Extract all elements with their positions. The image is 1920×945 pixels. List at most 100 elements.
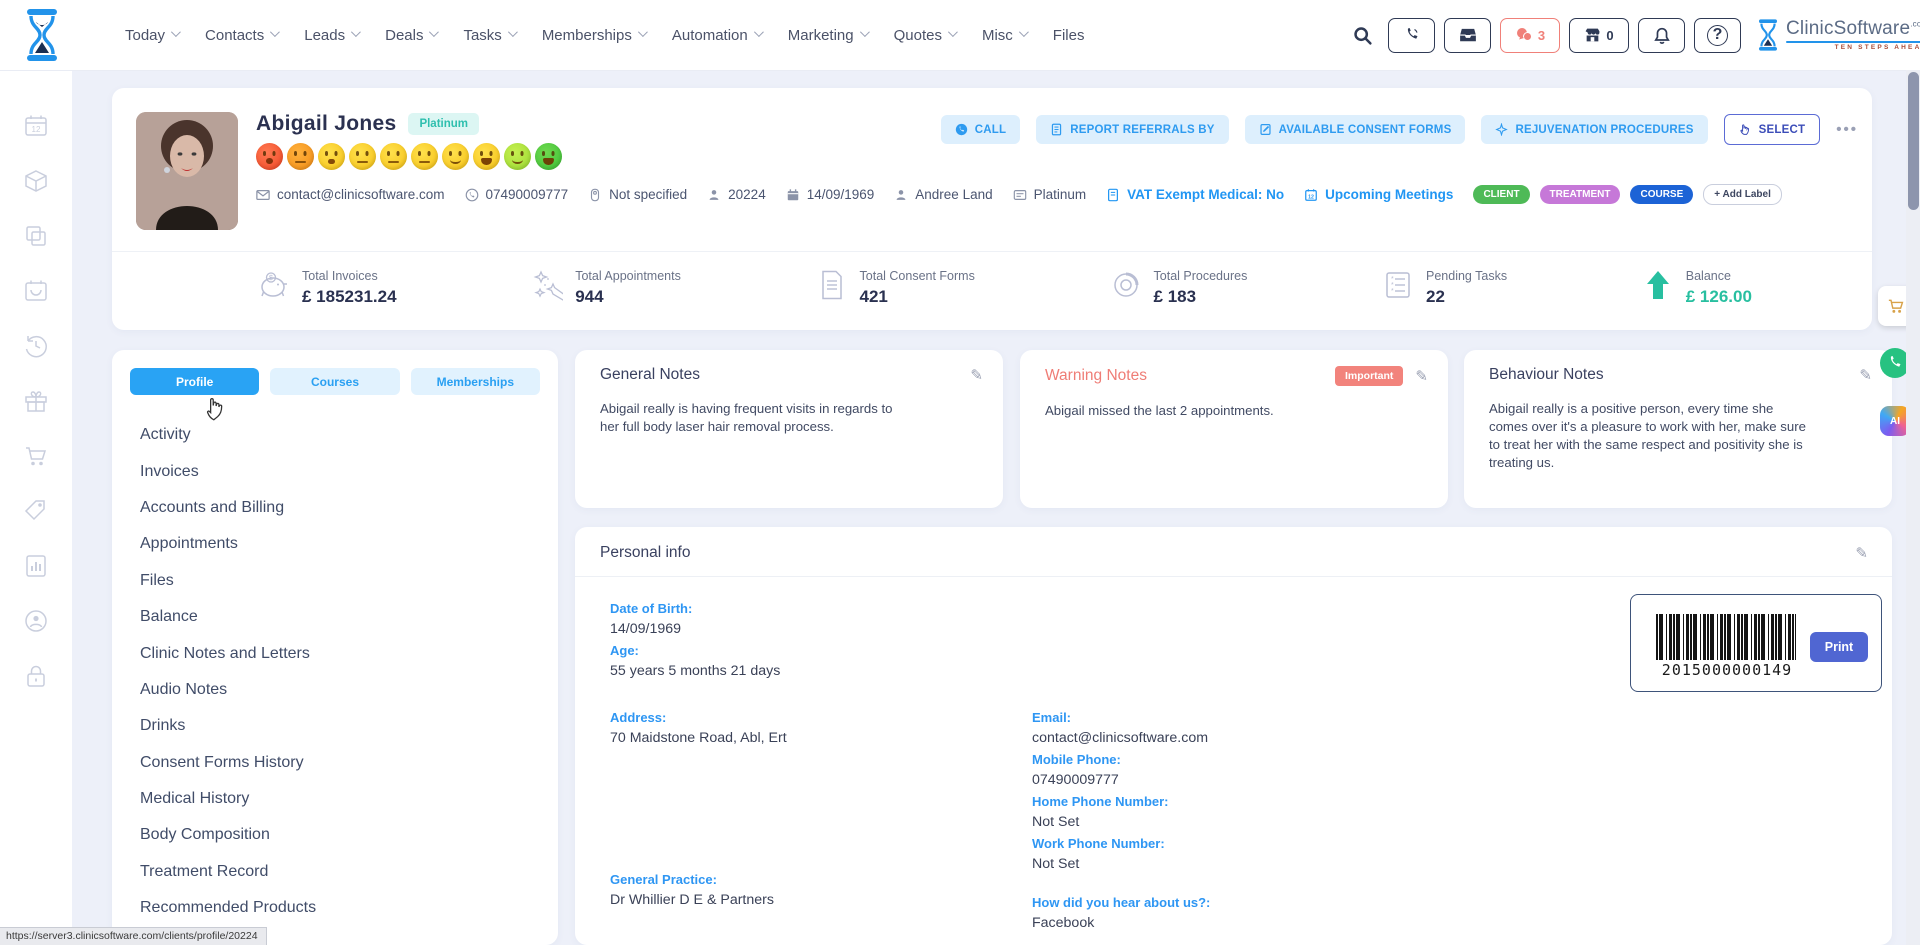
label-treatment[interactable]: TREATMENT: [1540, 185, 1621, 204]
dialer-button[interactable]: [1388, 18, 1435, 53]
bell-icon: [1654, 27, 1670, 44]
tag-icon[interactable]: [22, 497, 50, 525]
nav-tasks[interactable]: Tasks: [463, 27, 514, 44]
report-referrals-button[interactable]: REPORT REFERRALS BY: [1036, 115, 1228, 144]
behaviour-notes-body: Abigail really is a positive person, eve…: [1464, 384, 1834, 472]
client-phone[interactable]: 07490009777: [465, 187, 569, 202]
nav-deals[interactable]: Deals: [385, 27, 436, 44]
add-label-button[interactable]: + Add Label: [1703, 184, 1782, 205]
tab-profile[interactable]: Profile: [130, 368, 259, 395]
document-icon: [816, 269, 848, 301]
mood-8[interactable]: [473, 143, 500, 170]
upcoming-meetings-link[interactable]: 12 Upcoming Meetings: [1304, 187, 1453, 202]
notifications-button[interactable]: [1638, 18, 1685, 53]
search-icon[interactable]: [1352, 25, 1373, 46]
personal-fields-right: Email: contact@clinicsoftware.com Mobile…: [1032, 707, 1432, 934]
nav-files[interactable]: Files: [1053, 27, 1085, 44]
select-button[interactable]: SELECT: [1724, 114, 1821, 145]
menu-item-appointments[interactable]: Appointments: [140, 526, 558, 562]
nav-quotes[interactable]: Quotes: [894, 27, 955, 44]
label-client[interactable]: CLIENT: [1473, 185, 1529, 204]
tab-courses[interactable]: Courses: [270, 368, 399, 395]
nav-today[interactable]: Today: [125, 27, 178, 44]
edit-icon[interactable]: ✎: [1855, 544, 1868, 562]
client-header-card: Abigail Jones Platinum contact@clinicsof…: [112, 88, 1872, 330]
cart-icon[interactable]: [22, 442, 50, 470]
menu-item-body-composition[interactable]: Body Composition: [140, 817, 558, 853]
menu-item-activity[interactable]: Activity: [140, 417, 558, 453]
mood-1[interactable]: [256, 143, 283, 170]
menu-item-balance[interactable]: Balance: [140, 599, 558, 635]
print-button[interactable]: Print: [1810, 632, 1868, 662]
report-icon[interactable]: [22, 552, 50, 580]
nav-marketing[interactable]: Marketing: [788, 27, 867, 44]
booking-icon[interactable]: [22, 277, 50, 305]
mood-10[interactable]: [535, 143, 562, 170]
more-actions-button[interactable]: •••: [1836, 121, 1858, 138]
mood-9[interactable]: [504, 143, 531, 170]
edit-icon[interactable]: ✎: [970, 366, 983, 384]
mood-3[interactable]: [318, 143, 345, 170]
menu-item-medical-history[interactable]: Medical History: [140, 781, 558, 817]
stars-icon: [531, 269, 563, 301]
calendar-icon: 12: [1304, 188, 1318, 202]
nav-memberships[interactable]: Memberships: [542, 27, 645, 44]
edit-icon[interactable]: ✎: [1859, 366, 1872, 384]
menu-item-files[interactable]: Files: [140, 563, 558, 599]
menu-item-clinic-notes[interactable]: Clinic Notes and Letters: [140, 635, 558, 671]
client-dob[interactable]: 14/09/1969: [786, 187, 875, 202]
store-button[interactable]: 0: [1569, 18, 1629, 53]
client-owner[interactable]: Andree Land: [894, 187, 992, 202]
menu-item-audio-notes[interactable]: Audio Notes: [140, 672, 558, 708]
menu-item-invoices[interactable]: Invoices: [140, 453, 558, 489]
app-logo[interactable]: [16, 5, 68, 65]
scrollbar-thumb[interactable]: [1908, 72, 1919, 210]
lock-icon[interactable]: [22, 662, 50, 690]
mood-7[interactable]: [442, 143, 469, 170]
general-notes-card: General Notes ✎ Abigail really is having…: [575, 350, 1003, 508]
calendar-icon[interactable]: 12: [22, 112, 50, 140]
barcode-number: 2015000000149: [1637, 661, 1817, 679]
nav-leads[interactable]: Leads: [304, 27, 358, 44]
brand-name: ClinicSoftware.com: [1786, 18, 1920, 39]
help-button[interactable]: ?: [1694, 18, 1741, 53]
client-email[interactable]: contact@clinicsoftware.com: [256, 187, 445, 202]
client-vat-status[interactable]: VAT Exempt Medical: No: [1106, 187, 1284, 202]
menu-item-consent-forms-history[interactable]: Consent Forms History: [140, 745, 558, 781]
consent-forms-button[interactable]: AVAILABLE CONSENT FORMS: [1245, 115, 1466, 144]
history-icon[interactable]: [22, 332, 50, 360]
label-course[interactable]: COURSE: [1630, 185, 1693, 204]
nav-automation[interactable]: Automation: [672, 27, 761, 44]
call-button[interactable]: CALL: [941, 115, 1020, 144]
client-membership[interactable]: Platinum: [1013, 187, 1087, 202]
mood-6[interactable]: [411, 143, 438, 170]
menu-item-recommended-products[interactable]: Recommended Products: [140, 890, 558, 926]
menu-item-drinks[interactable]: Drinks: [140, 708, 558, 744]
client-photo[interactable]: [136, 112, 238, 230]
nav-contacts[interactable]: Contacts: [205, 27, 277, 44]
dob-label: Date of Birth:: [610, 598, 1010, 619]
page-scrollbar[interactable]: [1906, 70, 1920, 945]
account-icon[interactable]: [22, 607, 50, 635]
rejuvenation-button[interactable]: REJUVENATION PROCEDURES: [1481, 115, 1707, 144]
brand-logo[interactable]: ClinicSoftware.com TEN STEPS AHEAD: [1756, 18, 1920, 52]
menu-item-treatment-record[interactable]: Treatment Record: [140, 854, 558, 890]
svg-text:12: 12: [32, 125, 41, 134]
nav-misc[interactable]: Misc: [982, 27, 1026, 44]
mood-5[interactable]: [380, 143, 407, 170]
gift-icon[interactable]: [22, 387, 50, 415]
mood-2[interactable]: [287, 143, 314, 170]
copy-icon[interactable]: [22, 222, 50, 250]
package-icon[interactable]: [22, 167, 50, 195]
tab-memberships[interactable]: Memberships: [411, 368, 540, 395]
brand-underline: [1786, 41, 1920, 43]
edit-icon[interactable]: ✎: [1415, 367, 1428, 385]
mood-scale: [256, 143, 562, 170]
inbox-button[interactable]: [1444, 18, 1491, 53]
client-stats-row: $ Total Invoices£ 185231.24 Total Appoin…: [112, 251, 1872, 307]
menu-item-accounts-billing[interactable]: Accounts and Billing: [140, 490, 558, 526]
chat-button[interactable]: 3: [1500, 18, 1560, 53]
mood-4[interactable]: [349, 143, 376, 170]
client-id[interactable]: 20224: [707, 187, 766, 202]
client-preference[interactable]: Not specified: [588, 187, 687, 202]
